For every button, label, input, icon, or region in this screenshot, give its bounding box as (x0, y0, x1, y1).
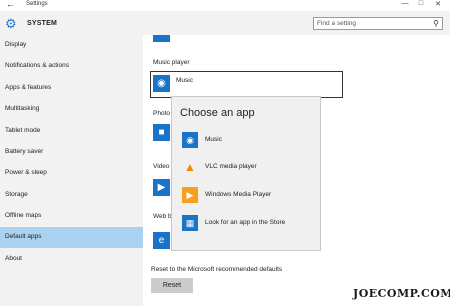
store-icon: ▦ (182, 215, 198, 231)
sidebar-item-display[interactable]: Display (0, 35, 143, 56)
popup-item-label: Look for an app in the Store (205, 219, 286, 226)
window-title: Settings (26, 1, 48, 7)
sidebar-item-storage[interactable]: Storage (0, 185, 143, 206)
sidebar-item-battery-saver[interactable]: Battery saver (0, 142, 143, 163)
section-title: SYSTEM (27, 20, 57, 27)
sidebar-item-power-sleep[interactable]: Power & sleep (0, 163, 143, 184)
sidebar-item-label: Tablet mode (5, 127, 41, 134)
search-input[interactable]: Find a setting ⚲ (313, 17, 443, 30)
video-app-icon[interactable]: ▶ (153, 179, 170, 196)
sidebar-item-default-apps[interactable]: Default apps (0, 227, 143, 248)
web-browser-label: Web b (153, 213, 172, 220)
popup-title: Choose an app (180, 107, 255, 119)
reset-button[interactable]: Reset (151, 278, 193, 293)
sidebar-item-label: Multitasking (5, 105, 40, 112)
choose-app-popup: Choose an app ◉ Music ▲ VLC media player… (171, 96, 321, 251)
sidebar-item-label: Notifications & actions (5, 62, 69, 69)
sidebar-item-label: Battery saver (5, 148, 44, 155)
app-tile-partial[interactable] (153, 35, 170, 42)
popup-item-vlc[interactable]: ▲ VLC media player (180, 157, 316, 179)
popup-item-label: Music (205, 136, 222, 143)
search-placeholder: Find a setting (317, 20, 357, 27)
music-player-label: Music player (153, 59, 190, 66)
music-player-app-label: Music (176, 77, 193, 84)
popup-item-label: VLC media player (205, 163, 257, 170)
video-player-label: Video (153, 163, 170, 170)
sidebar-item-offline-maps[interactable]: Offline maps (0, 206, 143, 227)
popup-item-windows-media-player[interactable]: ▶ Windows Media Player (180, 185, 316, 207)
reset-label: Reset to the Microsoft recommended defau… (151, 266, 283, 273)
music-icon: ◉ (182, 132, 198, 148)
vlc-cone-icon: ▲ (182, 159, 198, 175)
gear-icon: ⚙ (5, 16, 17, 31)
sidebar-item-label: Apps & features (5, 84, 52, 91)
sidebar-item-multitasking[interactable]: Multitasking (0, 99, 143, 120)
maximize-icon[interactable]: □ (414, 0, 428, 7)
photo-app-icon[interactable]: ■ (153, 124, 170, 141)
sidebar-item-apps-features[interactable]: Apps & features (0, 78, 143, 99)
sidebar-item-label: Display (5, 41, 27, 48)
minimize-icon[interactable]: — (398, 0, 412, 7)
search-icon[interactable]: ⚲ (433, 19, 439, 28)
sidebar-item-label: Default apps (5, 233, 42, 240)
sidebar-item-label: About (5, 255, 22, 262)
sidebar-item-label: Offline maps (5, 212, 42, 219)
photo-viewer-label: Photo (153, 110, 170, 117)
popup-item-store[interactable]: ▦ Look for an app in the Store (180, 213, 316, 235)
sidebar-item-label: Storage (5, 191, 28, 198)
popup-item-label: Windows Media Player (205, 191, 272, 198)
close-icon[interactable]: ✕ (431, 0, 445, 8)
sidebar-item-tablet-mode[interactable]: Tablet mode (0, 121, 143, 142)
sidebar: Display Notifications & actions Apps & f… (0, 35, 143, 306)
title-bar: ← Settings — □ ✕ (0, 0, 450, 11)
media-player-icon: ▶ (182, 187, 198, 203)
music-player-select[interactable] (150, 71, 343, 98)
sidebar-item-label: Power & sleep (5, 169, 47, 176)
music-icon: ◉ (153, 75, 170, 92)
edge-browser-icon[interactable]: e (153, 232, 170, 249)
popup-item-music[interactable]: ◉ Music (180, 130, 316, 152)
sidebar-item-notifications[interactable]: Notifications & actions (0, 56, 143, 77)
watermark: JOECOMP.COM (350, 286, 450, 301)
back-arrow-icon[interactable]: ← (6, 0, 15, 9)
sidebar-item-about[interactable]: About (0, 249, 143, 270)
